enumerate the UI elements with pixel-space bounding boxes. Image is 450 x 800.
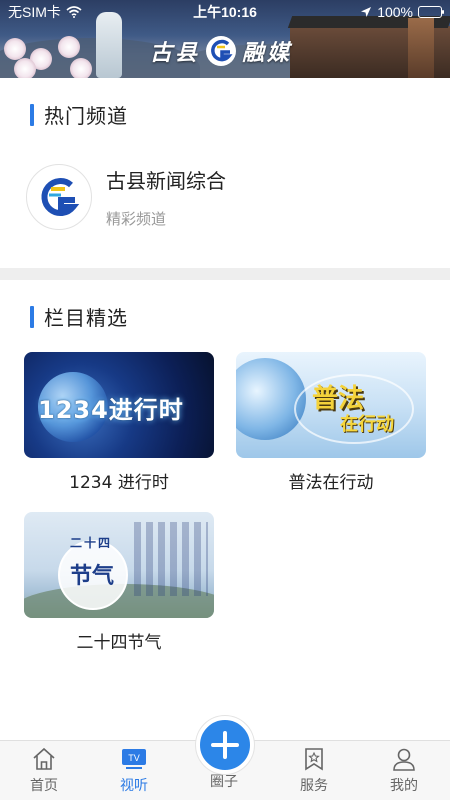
app-screen: 古县 融媒 无SIM卡 上午10:16 100% 热门频道 古县新闻综合 精彩频…: [0, 0, 450, 800]
channel-logo-icon: [26, 164, 92, 230]
program-card[interactable]: 1234进行时 1234 进行时: [24, 352, 214, 493]
tab-service[interactable]: 服务: [284, 747, 344, 795]
section-title: 栏目精选: [44, 306, 128, 330]
tab-label: 首页: [30, 778, 58, 794]
battery-percent: 100%: [377, 4, 413, 20]
tab-label: 视听: [120, 778, 148, 794]
brand-mark-icon: [206, 36, 237, 66]
thumbnail-title: 1234进行时: [38, 396, 184, 424]
section-title: 热门频道: [44, 104, 128, 128]
tab-circle[interactable]: 圈子: [194, 771, 254, 791]
brand-title-right: 融媒: [242, 40, 293, 66]
program-card[interactable]: 二十四 节气 二十四节气: [24, 512, 214, 653]
section-header: 热门频道: [30, 100, 128, 129]
program-thumbnail: 1234进行时: [24, 352, 214, 458]
tab-label: 圈子: [210, 774, 238, 790]
thumbnail-subtitle: 在行动: [340, 414, 394, 435]
tab-profile[interactable]: 我的: [374, 747, 434, 795]
column-picks-section: 栏目精选 1234进行时 1234 进行时 普法 在行动 普法在行动 二十四 节…: [0, 280, 450, 740]
tab-label: 服务: [300, 778, 328, 794]
program-thumbnail: 普法 在行动: [236, 352, 426, 458]
bookmark-star-icon: [305, 748, 323, 771]
carrier-label: 无SIM卡: [8, 4, 61, 20]
program-label: 二十四节气: [76, 633, 162, 653]
battery-icon: [418, 6, 444, 18]
tv-badge: TV: [128, 753, 140, 763]
program-card[interactable]: 普法 在行动 普法在行动: [236, 352, 426, 493]
plus-icon: [211, 731, 239, 759]
tv-icon: TV: [122, 749, 146, 769]
program-thumbnail: 二十四 节气: [24, 512, 214, 618]
thumbnail-subtitle: 二十四: [70, 536, 113, 550]
brand-logo: 古县 融媒: [150, 34, 292, 68]
add-post-button[interactable]: [196, 716, 254, 774]
section-accent-bar: [30, 305, 34, 328]
banner-tower: [408, 18, 434, 78]
channel-subtitle: 精彩频道: [106, 210, 167, 228]
program-label: 普法在行动: [288, 473, 374, 493]
section-header: 栏目精选: [30, 302, 128, 331]
home-icon: [33, 747, 55, 770]
calligraphy-graphic: [134, 522, 208, 596]
tab-home[interactable]: 首页: [14, 747, 74, 795]
tab-watch[interactable]: TV 视听: [104, 747, 164, 795]
section-accent-bar: [30, 103, 34, 126]
thumbnail-title: 节气: [70, 563, 115, 589]
hot-channels-section: 热门频道 古县新闻综合 精彩频道: [0, 78, 450, 268]
clock: 上午10:16: [193, 4, 257, 20]
section-divider: [0, 268, 450, 280]
channel-item[interactable]: 古县新闻综合 精彩频道: [26, 164, 226, 230]
program-label: 1234 进行时: [69, 473, 169, 493]
brand-title-left: 古县: [150, 40, 201, 66]
user-icon: [393, 748, 415, 771]
channel-name: 古县新闻综合: [106, 169, 226, 193]
tab-label: 我的: [390, 778, 418, 794]
wifi-icon: [66, 6, 82, 18]
status-bar: 无SIM卡 上午10:16 100%: [0, 0, 450, 24]
location-arrow-icon: [361, 7, 372, 17]
